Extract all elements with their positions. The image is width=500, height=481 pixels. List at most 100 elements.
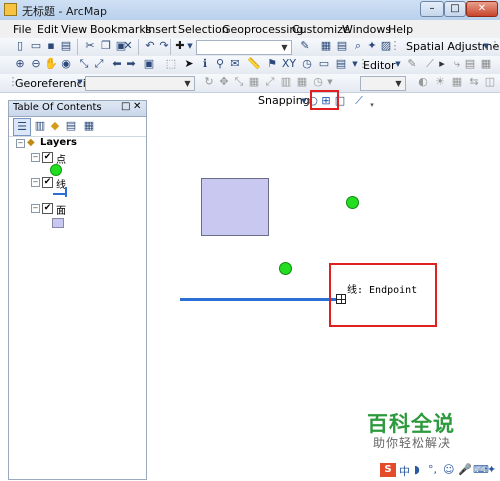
list-by-source-icon[interactable]: ▥ — [32, 118, 48, 134]
toc-autohide-icon[interactable]: □ — [121, 101, 130, 112]
maximize-button[interactable]: □ — [444, 1, 466, 17]
layer-polygons-checkbox[interactable]: ✔ — [42, 203, 53, 214]
highlight-box — [310, 90, 339, 110]
grid-icon[interactable]: ▦ — [294, 74, 310, 90]
go-to-xy-icon[interactable]: XY — [281, 56, 297, 72]
georeference-layer-combo[interactable]: ▼ — [85, 76, 195, 91]
list-by-drawing-order-icon[interactable]: ☰ — [13, 118, 31, 136]
toolbar-grip-icon[interactable]: ⋮ — [387, 38, 403, 54]
toc-options-icon[interactable]: ▦ — [81, 118, 97, 134]
table-of-contents: Table Of Contents □ ✕ ☰ ▥ ◆ ▤ ▦ − ◆ Laye… — [8, 100, 147, 480]
fixed-zoom-in-icon[interactable]: ⤡ — [76, 56, 92, 72]
forward-extent-icon[interactable]: ➡ — [123, 56, 139, 72]
ime-language[interactable]: 中 — [399, 463, 410, 479]
expand-layer-lines-icon[interactable]: − — [31, 178, 40, 187]
toolbar-grip-icon[interactable]: ⋮ — [487, 38, 500, 54]
select-elements-icon[interactable]: ➤ — [181, 56, 197, 72]
editor-toolbar-icon[interactable]: ✎ — [297, 38, 313, 54]
menu-insert[interactable]: Insert — [145, 23, 177, 36]
close-button[interactable]: ✕ — [466, 1, 498, 17]
print-icon[interactable]: ▤ — [58, 38, 74, 54]
layers-root[interactable]: Layers — [40, 137, 77, 148]
expand-layers-icon[interactable]: − — [16, 139, 25, 148]
shift-icon[interactable]: ✥ — [216, 74, 232, 90]
fixed-zoom-out-icon[interactable]: ⤢ — [91, 56, 107, 72]
view-table-icon[interactable]: ▥ — [278, 74, 294, 90]
list-by-visibility-icon[interactable]: ◆ — [47, 118, 63, 134]
add-control-points-icon[interactable]: ⤡ — [231, 74, 247, 90]
snapping-options-icon[interactable]: ▾ — [364, 97, 380, 113]
layer-points-checkbox[interactable]: ✔ — [42, 152, 53, 163]
polygon-symbol-icon — [52, 218, 64, 228]
snap-tooltip: 线: Endpoint — [347, 285, 418, 296]
menu-view[interactable]: View — [61, 23, 87, 36]
sketch-properties-icon[interactable]: ▦ — [478, 56, 494, 72]
menu-windows[interactable]: Windows — [342, 23, 391, 36]
attributes-icon[interactable]: ▤ — [462, 56, 478, 72]
identify-icon[interactable]: ℹ — [197, 56, 213, 72]
polygon-feature[interactable] — [201, 178, 269, 236]
voice-input-icon[interactable]: 🎤 — [458, 463, 472, 476]
menu-edit[interactable]: Edit — [37, 23, 58, 36]
toc-header: Table Of Contents □ ✕ — [9, 101, 146, 117]
cut-icon[interactable]: ✂ — [82, 38, 98, 54]
half-width-icon[interactable]: ◗ — [414, 463, 420, 476]
open-icon[interactable]: ▭ — [28, 38, 44, 54]
layer-polygons-name[interactable]: 面 — [56, 202, 66, 217]
menu-help[interactable]: Help — [388, 23, 413, 36]
html-popup-icon[interactable]: ✉ — [227, 56, 243, 72]
toc-close-icon[interactable]: ✕ — [133, 101, 141, 112]
layer-effects-combo[interactable]: ▼ — [360, 76, 406, 91]
transparency-icon[interactable]: ▦ — [449, 74, 465, 90]
tools-toolbar: ⊕ ⊖ ✋ ◉ ⤡ ⤢ ⬅ ➡ ▣ ⬚ ➤ ℹ ⚲ ✉ 📏 ⚑ XY ◷ ▭ ▤… — [0, 56, 500, 75]
arrow-right-icon[interactable]: ▸ — [434, 56, 450, 72]
sogou-ime-icon[interactable]: S — [380, 463, 396, 477]
watermark-subtitle: 助你轻松解决 — [373, 436, 452, 450]
save-icon[interactable]: ▪ — [43, 38, 59, 54]
punctuation-icon[interactable]: °, — [428, 463, 437, 476]
toc-window-icon[interactable]: ▦ — [318, 38, 334, 54]
brightness-icon[interactable]: ☀ — [432, 74, 448, 90]
contrast-icon[interactable]: ◐ — [415, 74, 431, 90]
minimize-button[interactable]: – — [420, 1, 444, 17]
layers-icon: ◆ — [27, 137, 35, 148]
copy-icon[interactable]: ❐ — [98, 38, 114, 54]
view-link-table-icon[interactable]: ▦ — [246, 74, 262, 90]
auto-adjust-icon[interactable]: ⤢ — [262, 74, 278, 90]
skin-icon[interactable]: ✦ — [487, 463, 496, 476]
expand-layer-polygons-icon[interactable]: − — [31, 204, 40, 213]
viewer-window-icon[interactable]: ▭ — [316, 56, 332, 72]
new-icon[interactable]: ▯ — [12, 38, 28, 54]
edit-tool-icon[interactable]: ✎ — [404, 56, 420, 72]
catalog-icon[interactable]: ▤ — [334, 38, 350, 54]
delete-icon[interactable]: ✕ — [120, 38, 136, 54]
swipe-icon[interactable]: ⇆ — [466, 74, 482, 90]
line-symbol-tick — [65, 187, 67, 197]
find-route-icon[interactable]: ⚑ — [264, 56, 280, 72]
timer-dropdown-icon[interactable]: ▼ — [322, 74, 338, 90]
point-feature[interactable] — [279, 262, 292, 275]
menu-bookmarks[interactable]: Bookmarks — [90, 23, 151, 36]
rotate-icon[interactable]: ↻ — [201, 74, 217, 90]
point-feature[interactable] — [346, 196, 359, 209]
time-slider-icon[interactable]: ◷ — [299, 56, 315, 72]
clear-selection-icon[interactable]: ⬚ — [163, 56, 179, 72]
measure-icon[interactable]: 📏 — [246, 56, 262, 72]
zoom-in-icon[interactable]: ⊕ — [12, 56, 28, 72]
pan-icon[interactable]: ✋ — [43, 56, 59, 72]
layer-lines-checkbox[interactable]: ✔ — [42, 177, 53, 188]
menu-bar: File Edit View Bookmarks Insert Selectio… — [0, 20, 500, 38]
title-bar: 无标题 - ArcMap – □ ✕ — [0, 0, 500, 21]
list-by-selection-icon[interactable]: ▤ — [63, 118, 79, 134]
menu-file[interactable]: File — [13, 23, 31, 36]
zoom-out-icon[interactable]: ⊖ — [28, 56, 44, 72]
flicker-icon[interactable]: ◫ — [482, 74, 498, 90]
find-icon[interactable]: ⚲ — [212, 56, 228, 72]
expand-layer-points-icon[interactable]: − — [31, 153, 40, 162]
line-feature[interactable] — [180, 298, 340, 301]
arcmap-app-icon — [4, 3, 17, 16]
select-features-icon[interactable]: ▣ — [141, 56, 157, 72]
emoji-icon[interactable]: ☺ — [443, 463, 454, 476]
full-extent-icon[interactable]: ◉ — [58, 56, 74, 72]
scale-combo[interactable]: ▼ — [196, 40, 292, 55]
